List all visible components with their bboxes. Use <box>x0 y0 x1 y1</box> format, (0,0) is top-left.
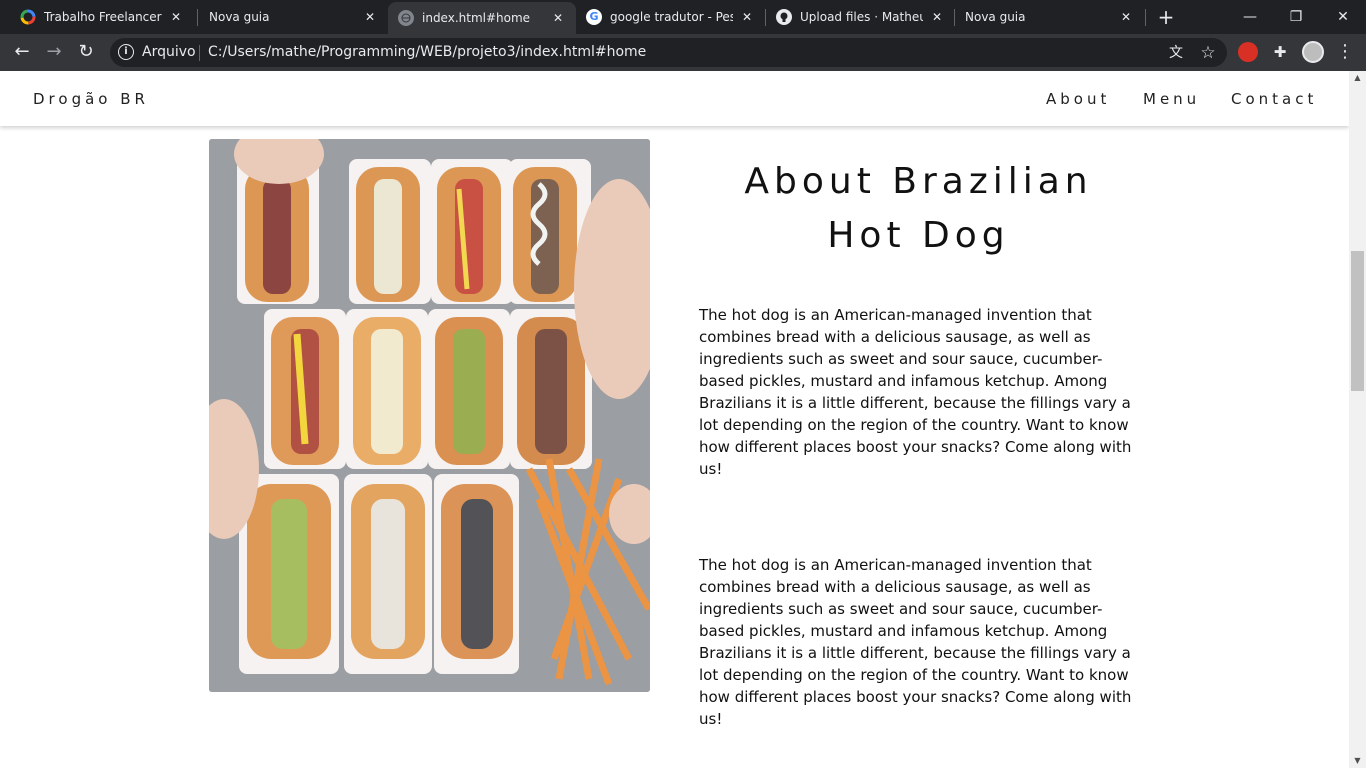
page-viewport: Drogão BR About Menu Contact About Brazi… <box>0 71 1349 768</box>
scroll-down-arrow[interactable]: ▼ <box>1349 754 1366 768</box>
tab-title: Upload files · Matheus- <box>800 10 923 24</box>
tab-close-icon[interactable]: ✕ <box>929 9 945 25</box>
hot-dogs-photo <box>209 139 650 692</box>
extensions-puzzle-icon[interactable]: ✚ <box>1268 40 1292 64</box>
site-brand[interactable]: Drogão BR <box>33 90 149 108</box>
about-paragraph-2: The hot dog is an American-managed inven… <box>699 556 1132 728</box>
tab-separator <box>765 9 766 26</box>
tab-trabalho-freelancer[interactable]: Trabalho Freelancer Por ✕ <box>12 0 192 34</box>
tab-close-icon[interactable]: ✕ <box>362 9 378 25</box>
heading-line-2: Hot Dog <box>827 215 1010 256</box>
forward-button[interactable]: → <box>42 40 66 64</box>
tab-title: Nova guia <box>965 10 1026 24</box>
address-url[interactable]: C:/Users/mathe/Programming/WEB/projeto3/… <box>208 44 646 60</box>
tab-separator <box>1145 9 1146 26</box>
scroll-up-arrow[interactable]: ▲ <box>1349 71 1366 85</box>
about-heading: About Brazilian Hot Dog <box>700 155 1137 263</box>
tab-title: index.html#home <box>422 11 531 25</box>
extension-stop-icon[interactable] <box>1238 42 1258 62</box>
tab-separator <box>197 9 198 26</box>
window-close-button[interactable]: ✕ <box>1320 0 1366 34</box>
tab-strip: Trabalho Freelancer Por ✕ Nova guia ✕ in… <box>0 0 1366 34</box>
about-paragraph-1: The hot dog is an American-managed inven… <box>699 306 1132 478</box>
new-tab-button[interactable]: + <box>1154 5 1178 29</box>
tab-separator <box>954 9 955 26</box>
browser-menu-icon[interactable]: ⋮ <box>1333 40 1357 64</box>
profile-avatar[interactable] <box>1302 41 1324 63</box>
address-divider <box>199 45 200 61</box>
heading-line-1: About Brazilian <box>744 161 1093 202</box>
tab-index-html[interactable]: index.html#home ✕ <box>388 2 576 34</box>
tab-close-icon[interactable]: ✕ <box>739 9 755 25</box>
tab-title: google tradutor - Pesqu <box>610 10 733 24</box>
translate-icon[interactable]: 文 <box>1167 44 1185 62</box>
tab-title: Nova guia <box>209 10 270 24</box>
info-icon[interactable]: i <box>118 44 134 60</box>
reload-button[interactable]: ↻ <box>74 40 98 64</box>
nav-link-menu[interactable]: Menu <box>1143 90 1200 108</box>
tab-close-icon[interactable]: ✕ <box>550 10 566 26</box>
tab-title: Trabalho Freelancer Por <box>44 10 162 24</box>
scroll-thumb[interactable] <box>1351 251 1364 391</box>
nav-link-contact[interactable]: Contact <box>1231 90 1317 108</box>
bookmark-star-icon[interactable]: ☆ <box>1199 44 1217 62</box>
browser-toolbar: ← → ↻ i Arquivo C:/Users/mathe/Programmi… <box>0 34 1366 71</box>
globe-icon <box>398 10 414 26</box>
tab-close-icon[interactable]: ✕ <box>1118 9 1134 25</box>
nav-link-about[interactable]: About <box>1046 90 1110 108</box>
github-icon <box>776 9 792 25</box>
tab-close-icon[interactable]: ✕ <box>168 9 184 25</box>
google-icon: G <box>586 9 602 25</box>
page-scrollbar[interactable]: ▲ ▼ <box>1349 71 1366 768</box>
tab-nova-guia-1[interactable]: Nova guia ✕ <box>201 0 386 34</box>
restore-button[interactable]: ❐ <box>1273 0 1319 34</box>
address-bar[interactable]: i Arquivo C:/Users/mathe/Programming/WEB… <box>110 38 1227 67</box>
tab-nova-guia-2[interactable]: Nova guia ✕ <box>957 0 1142 34</box>
site-navbar: Drogão BR About Menu Contact <box>0 71 1349 126</box>
minimize-button[interactable]: — <box>1227 0 1273 34</box>
address-scheme-label: Arquivo <box>142 44 196 60</box>
back-button[interactable]: ← <box>10 40 34 64</box>
tab-google-tradutor[interactable]: G google tradutor - Pesqu ✕ <box>578 0 763 34</box>
tab-upload-files[interactable]: Upload files · Matheus- ✕ <box>768 0 953 34</box>
colorful-ring-icon <box>20 9 36 25</box>
